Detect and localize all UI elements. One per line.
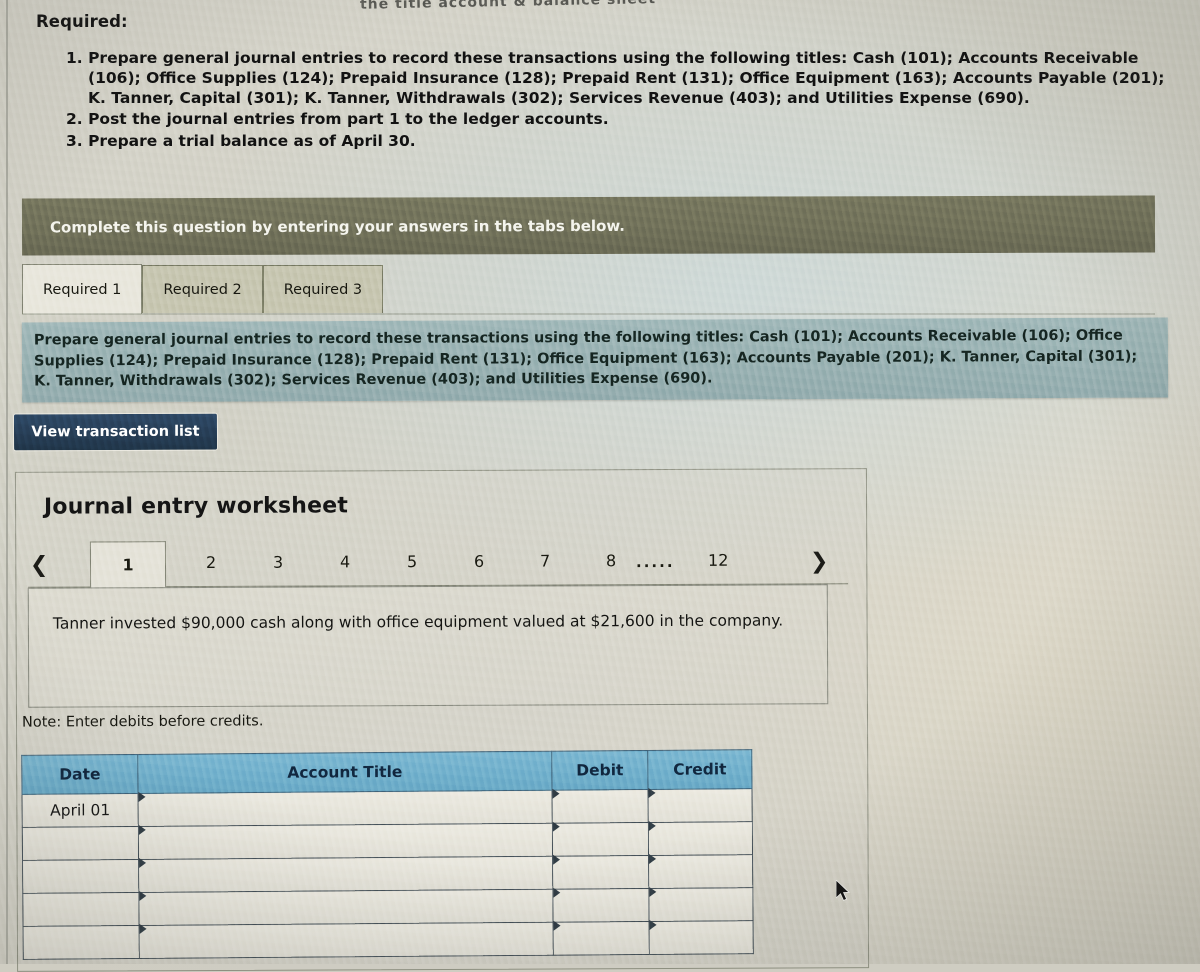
transaction-description-text: Tanner invested $90,000 cash along with … (52, 611, 784, 633)
cell-debit-4[interactable] (552, 888, 650, 923)
pagination-page-4[interactable]: 4 (340, 552, 350, 571)
cell-date-3[interactable] (22, 859, 139, 894)
cell-account-title-5[interactable] (139, 922, 554, 959)
transaction-description-box: Tanner invested $90,000 cash along with … (27, 584, 829, 708)
tab-required-2-label: Required 2 (163, 281, 242, 298)
required-item-1: 1. Prepare general journal entries to re… (66, 49, 1165, 108)
tab-required-3-label: Required 3 (283, 281, 363, 298)
cell-date-5[interactable] (23, 925, 140, 960)
cell-debit-1[interactable] (552, 789, 649, 824)
chevron-left-icon[interactable]: ❮ (30, 553, 49, 578)
cell-account-title-1[interactable] (138, 790, 553, 827)
table-row (23, 920, 754, 960)
screen-surface: the title account & balance sheet Requir… (0, 0, 1200, 972)
view-transaction-list-label: View transaction list (31, 423, 200, 441)
cell-debit-2[interactable] (552, 822, 649, 857)
tab-required-1[interactable]: Required 1 (22, 264, 143, 314)
pagination-page-8[interactable]: 8 (606, 551, 616, 570)
worksheet-pagination: ❮ 1 2 3 4 5 6 7 8 ..... 12 ❯ (28, 538, 849, 588)
pagination-page-5[interactable]: 5 (407, 552, 417, 571)
view-transaction-list-button[interactable]: View transaction list (12, 412, 219, 452)
journal-table-header-row: Date Account Title Debit Credit (21, 749, 752, 795)
cell-account-title-3[interactable] (138, 856, 553, 893)
required-section: Required: 1. Prepare general journal ent… (36, 12, 1176, 152)
cell-date-4[interactable] (22, 892, 140, 927)
cell-debit-3[interactable] (552, 855, 649, 890)
pagination-page-3[interactable]: 3 (273, 553, 283, 572)
column-header-credit: Credit (647, 749, 752, 790)
chevron-right-icon[interactable]: ❯ (810, 549, 829, 574)
cell-credit-3[interactable] (648, 854, 753, 889)
debits-before-credits-note: Note: Enter debits before credits. (21, 713, 264, 731)
requirement-description-text: Prepare general journal entries to recor… (33, 327, 1138, 390)
pagination-page-last[interactable]: 12 (708, 551, 728, 570)
cell-credit-1[interactable] (647, 788, 753, 823)
cell-credit-5[interactable] (649, 920, 754, 955)
journal-entry-worksheet-title: Journal entry worksheet (43, 493, 349, 520)
tab-required-1-label: Required 1 (43, 281, 122, 298)
column-header-account-title: Account Title (137, 751, 553, 794)
requirement-description-panel: Prepare general journal entries to recor… (21, 317, 1169, 403)
pagination-page-7[interactable]: 7 (540, 552, 550, 571)
cell-debit-5[interactable] (553, 921, 650, 956)
screen-left-edge (6, 0, 8, 964)
required-item-3: 3. Prepare a trial balance as of April 3… (66, 131, 416, 150)
pagination-ellipsis: ..... (635, 552, 675, 572)
cell-account-title-2[interactable] (138, 823, 553, 860)
required-list: 1. Prepare general journal entries to re… (66, 48, 1176, 151)
cell-date-2[interactable] (22, 826, 139, 861)
tabstrip-divider (22, 313, 1155, 315)
pagination-page-2[interactable]: 2 (206, 553, 216, 572)
column-header-date: Date (21, 754, 139, 795)
required-tabs: Required 1 Required 2 Required 3 (22, 264, 384, 314)
pagination-page-6[interactable]: 6 (474, 552, 484, 571)
cell-credit-2[interactable] (648, 821, 753, 856)
required-heading: Required: (36, 12, 128, 31)
column-header-debit: Debit (551, 750, 648, 791)
cell-credit-4[interactable] (648, 887, 754, 922)
complete-question-banner-text: Complete this question by entering your … (49, 216, 625, 236)
tab-required-3[interactable]: Required 3 (262, 265, 384, 313)
cell-account-title-4[interactable] (138, 889, 554, 926)
required-item-2: 2. Post the journal entries from part 1 … (66, 110, 609, 129)
journal-entry-table: Date Account Title Debit Credit April 01 (21, 749, 754, 960)
pagination-page-1[interactable]: 1 (89, 541, 167, 588)
tab-required-2[interactable]: Required 2 (142, 265, 263, 313)
complete-question-banner: Complete this question by entering your … (21, 195, 1156, 256)
cell-date-1[interactable]: April 01 (22, 793, 139, 828)
